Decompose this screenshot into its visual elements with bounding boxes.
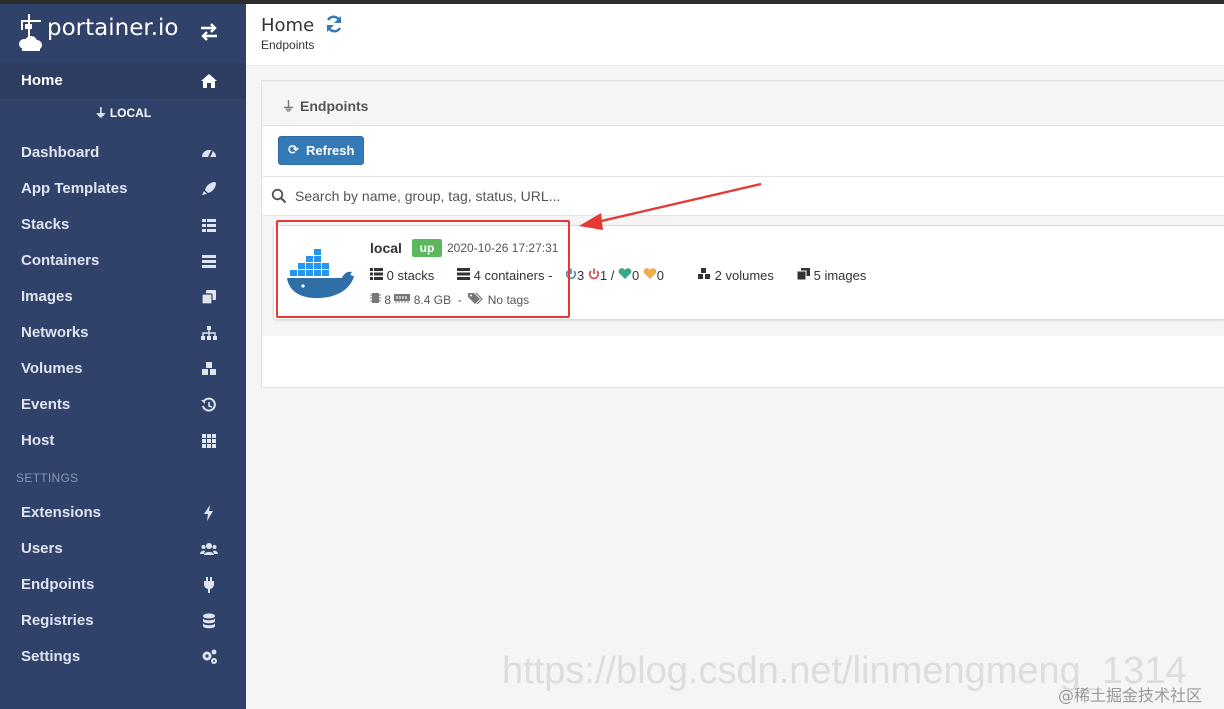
cubes-icon [202,362,216,375]
sidebar-item-containers[interactable]: Containers [0,243,246,279]
tachometer-icon [202,150,216,158]
sidebar-item-users[interactable]: Users [0,531,246,567]
heartbeat-warning-icon [643,268,657,279]
page-title: Home [261,15,315,36]
sidebar: portainer.io Home ⏚ LOCAL Dashboard App T… [0,4,246,709]
sidebar-item-images[interactable]: Images [0,279,246,315]
source-watermark: @稀土掘金技术社区 [1058,686,1203,705]
sitemap-icon [201,326,217,340]
sidebar-item-app-templates[interactable]: App Templates [0,171,246,207]
settings-section-title: SETTINGS [16,471,79,485]
sidebar-item-extensions[interactable]: Extensions [0,495,246,531]
brand[interactable]: portainer.io [0,4,246,62]
sidebar-item-dashboard[interactable]: Dashboard [0,135,246,171]
sidebar-item-label: Home [21,72,63,89]
images-stat: 5 images [797,268,866,283]
th-list-icon [202,219,216,232]
sidebar-toggle-icon[interactable] [198,22,220,42]
th-icon [202,434,216,448]
sidebar-item-registries[interactable]: Registries [0,603,246,639]
refresh-icon[interactable] [324,14,344,34]
home-icon [201,74,217,88]
breadcrumb[interactable]: Endpoints [261,38,314,52]
heartbeat-icon [618,268,632,279]
widget-header: ⏚ Endpoints [262,81,1224,126]
widget-title: ⏚ Endpoints [282,98,369,114]
plug-icon: ⏚ [94,106,107,120]
sidebar-item-endpoints[interactable]: Endpoints [0,567,246,603]
current-endpoint-label: ⏚ LOCAL [94,106,152,120]
server-icon [202,255,216,268]
plug-icon [204,577,214,593]
sidebar-item-volumes[interactable]: Volumes [0,351,246,387]
plug-icon: ⏚ [282,99,296,114]
sidebar-item-networks[interactable]: Networks [0,315,246,351]
sidebar-item-settings[interactable]: Settings [0,639,246,675]
clone-icon [201,290,216,305]
history-icon [201,397,216,412]
bolt-icon [204,505,213,521]
page-header: Home Endpoints [246,4,1224,66]
volumes-stat: 2 volumes [697,268,774,283]
sidebar-item-events[interactable]: Events [0,387,246,423]
users-icon [200,543,218,555]
database-icon [203,613,215,629]
sidebar-item-stacks[interactable]: Stacks [0,207,246,243]
portainer-logo-icon [19,14,42,51]
rocket-icon [202,182,216,195]
sidebar-item-host[interactable]: Host [0,423,246,459]
refresh-icon: ⟳ [288,142,299,157]
sidebar-item-home[interactable]: Home [0,63,246,99]
refresh-button[interactable]: ⟳ Refresh [278,136,364,165]
clone-icon [797,268,810,280]
stopped-icon [588,268,600,280]
brand-name: portainer.io [47,15,179,41]
annotation-arrow [579,182,762,230]
annotation-highlight-box [276,220,570,318]
cubes-icon [698,268,710,279]
cogs-icon [202,649,217,664]
search-icon [271,188,287,204]
container-states: 3 1 / 0 0 [565,268,664,283]
